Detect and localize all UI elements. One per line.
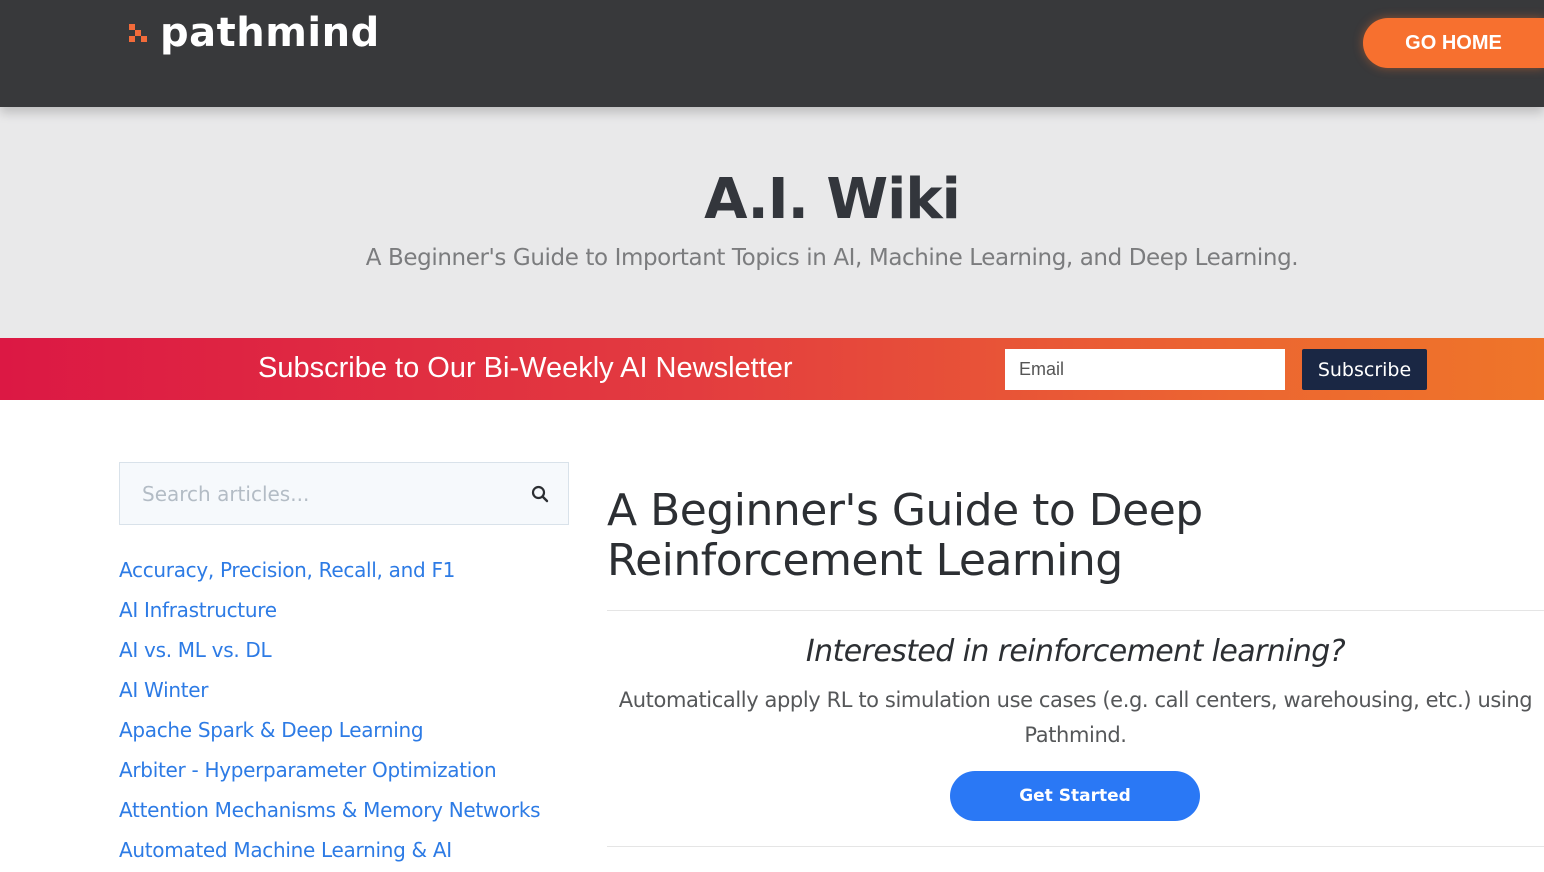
article-link[interactable]: Accuracy, Precision, Recall, and F1	[119, 558, 455, 582]
top-navigation-bar: pathmind GO HOME	[0, 0, 1544, 107]
list-item: Apache Spark & Deep Learning	[119, 710, 540, 750]
get-started-button[interactable]: Get Started	[950, 771, 1200, 821]
list-item: Automated Machine Learning & AI	[119, 830, 540, 870]
promo-description: Automatically apply RL to simulation use…	[618, 688, 1533, 747]
pathmind-logo-icon	[129, 24, 153, 48]
hero-section: A.I. Wiki A Beginner's Guide to Importan…	[0, 107, 1544, 338]
list-item: Attention Mechanisms & Memory Networks	[119, 790, 541, 830]
page-subtitle: A Beginner's Guide to Important Topics i…	[365, 245, 1299, 271]
newsletter-heading: Subscribe to Our Bi-Weekly AI Newsletter	[258, 352, 793, 384]
newsletter-banner: Subscribe to Our Bi-Weekly AI Newsletter…	[0, 338, 1544, 400]
list-item: Accuracy, Precision, Recall, and F1	[119, 550, 540, 590]
divider	[607, 610, 1544, 611]
divider	[607, 846, 1544, 847]
list-item: AI Winter	[119, 670, 540, 710]
page-title: A.I. Wiki	[704, 167, 961, 232]
list-item: AI Infrastructure	[119, 590, 540, 630]
search-box	[119, 462, 569, 525]
article-link[interactable]: AI Winter	[119, 678, 208, 702]
newsletter-email-field[interactable]	[1005, 349, 1285, 390]
go-home-button[interactable]: GO HOME	[1363, 18, 1544, 68]
pathmind-logo[interactable]: pathmind	[129, 10, 380, 56]
search-icon[interactable]	[531, 485, 549, 503]
list-item: Arbiter - Hyperparameter Optimization	[119, 750, 540, 790]
article-link[interactable]: Automated Machine Learning & AI	[119, 838, 452, 862]
promo-question: Interested in reinforcement learning?	[805, 634, 1346, 669]
article-link[interactable]: Arbiter - Hyperparameter Optimization	[119, 758, 497, 782]
logo-text: pathmind	[160, 10, 380, 56]
search-input[interactable]	[120, 463, 510, 524]
article-link[interactable]: Attention Mechanisms & Memory Networks	[119, 798, 541, 822]
subscribe-button[interactable]: Subscribe	[1302, 349, 1427, 390]
article-link[interactable]: AI vs. ML vs. DL	[119, 638, 272, 662]
article-list: Accuracy, Precision, Recall, and F1 AI I…	[119, 550, 541, 870]
article-title: A Beginner's Guide to Deep Reinforcement…	[607, 485, 1203, 586]
list-item: AI vs. ML vs. DL	[119, 630, 540, 670]
article-link[interactable]: AI Infrastructure	[119, 598, 277, 622]
article-link[interactable]: Apache Spark & Deep Learning	[119, 718, 424, 742]
